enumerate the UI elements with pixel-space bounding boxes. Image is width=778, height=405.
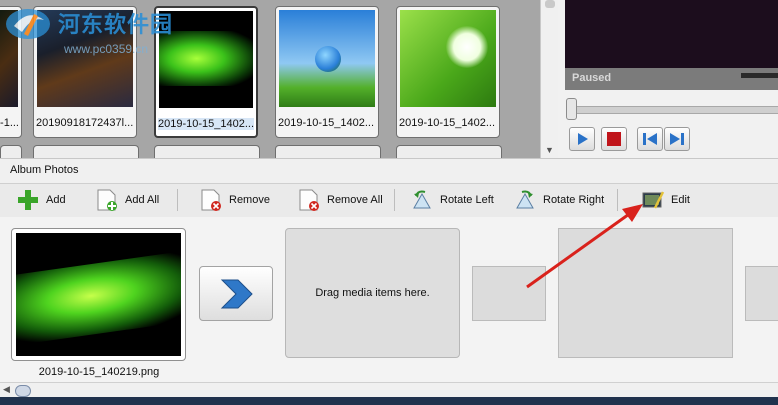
media-thumbnail[interactable]: 2019-10-15_1402...: [275, 6, 379, 138]
add-plus-icon: [18, 189, 38, 210]
edit-label: Edit: [671, 193, 690, 206]
remove-all-icon: [299, 189, 319, 211]
watermark-site-name: 河东软件园: [58, 13, 174, 38]
seek-track[interactable]: [571, 106, 778, 114]
watermark-url: www.pc0359.cn: [64, 42, 149, 56]
rotate-right-icon: [516, 190, 534, 208]
watermark: 河东软件园: [4, 4, 173, 42]
media-thumbnail-partial: [275, 145, 381, 158]
stop-icon: [607, 132, 621, 146]
media-thumbnail[interactable]: 2019-10-15_1402...: [396, 6, 500, 138]
scroll-left-icon[interactable]: ◀: [3, 384, 10, 395]
play-button[interactable]: [569, 127, 595, 151]
album-photos-title: Album Photos: [10, 164, 79, 176]
thumbnail-caption: 2019-10-15_1402...: [399, 117, 496, 129]
album-photo-card[interactable]: [11, 228, 186, 361]
add-all-icon: [97, 189, 117, 211]
drop-zone-hint: Drag media items here.: [315, 287, 430, 299]
scrollbar-thumb[interactable]: [545, 0, 555, 8]
skip-forward-icon: [670, 133, 684, 145]
video-preview: [565, 0, 778, 68]
next-button[interactable]: [664, 127, 690, 151]
transition-button[interactable]: [199, 266, 273, 321]
timeline-scrollbar[interactable]: ◀: [0, 382, 778, 397]
stop-button[interactable]: [601, 127, 627, 151]
thumbnail-image: [400, 10, 496, 107]
toolbar-separator: [394, 189, 395, 211]
album-photos-header: [0, 158, 778, 183]
thumbnail-caption: 2019-10-15_1402...: [158, 118, 254, 130]
add-button[interactable]: Add: [16, 185, 66, 214]
album-photo-name: 2019-10-15_140219.png: [38, 366, 160, 378]
rotate-right-button[interactable]: Rotate Right: [513, 185, 604, 214]
empty-transition-slot[interactable]: [472, 266, 546, 321]
album-photo-image: [16, 233, 181, 356]
edit-photo-icon: [642, 190, 665, 209]
remove-label: Remove: [229, 193, 270, 206]
media-drop-zone[interactable]: Drag media items here.: [285, 228, 460, 358]
toolbar-separator: [177, 189, 178, 211]
player-status-text: Paused: [572, 72, 612, 84]
remove-icon: [201, 189, 221, 211]
thumbnail-image: [279, 10, 375, 107]
media-thumbnail-partial: [33, 145, 139, 158]
previous-button[interactable]: [637, 127, 663, 151]
add-label: Add: [46, 193, 66, 206]
seek-slider[interactable]: [565, 95, 778, 121]
thumbnail-scrollbar[interactable]: ▼: [540, 0, 559, 158]
rotate-left-button[interactable]: Rotate Left: [410, 185, 494, 214]
remove-button[interactable]: Remove: [199, 185, 270, 214]
rotate-left-label: Rotate Left: [440, 193, 494, 206]
watermark-logo-icon: [6, 9, 50, 39]
volume-bar[interactable]: [741, 73, 778, 78]
add-all-button[interactable]: Add All: [95, 185, 159, 214]
remove-all-button[interactable]: Remove All: [297, 185, 383, 214]
toolbar-separator: [617, 189, 618, 211]
seek-handle[interactable]: [566, 98, 577, 120]
thumbnail-caption: 0-1...: [0, 117, 19, 129]
media-thumbnail-partial: [0, 145, 22, 158]
thumbnail-image: [159, 11, 253, 108]
remove-all-label: Remove All: [327, 193, 383, 206]
thumbnail-caption: 20190918172437l...: [36, 117, 134, 129]
media-thumbnail-partial: [396, 145, 502, 158]
rotate-left-icon: [413, 190, 431, 208]
edit-button[interactable]: Edit: [641, 185, 690, 214]
scrollbar-thumb[interactable]: [15, 385, 31, 397]
media-thumbnail-partial: [154, 145, 260, 158]
chevron-right-icon: [220, 279, 253, 309]
rotate-right-label: Rotate Right: [543, 193, 605, 206]
empty-transition-slot[interactable]: [745, 266, 778, 321]
play-icon: [578, 133, 588, 145]
empty-photo-slot[interactable]: [558, 228, 733, 358]
scroll-down-icon[interactable]: ▼: [545, 145, 554, 155]
thumbnail-caption: 2019-10-15_1402...: [278, 117, 375, 129]
skip-back-icon: [643, 133, 657, 145]
bottom-edge: [0, 397, 778, 405]
add-all-label: Add All: [125, 193, 160, 206]
